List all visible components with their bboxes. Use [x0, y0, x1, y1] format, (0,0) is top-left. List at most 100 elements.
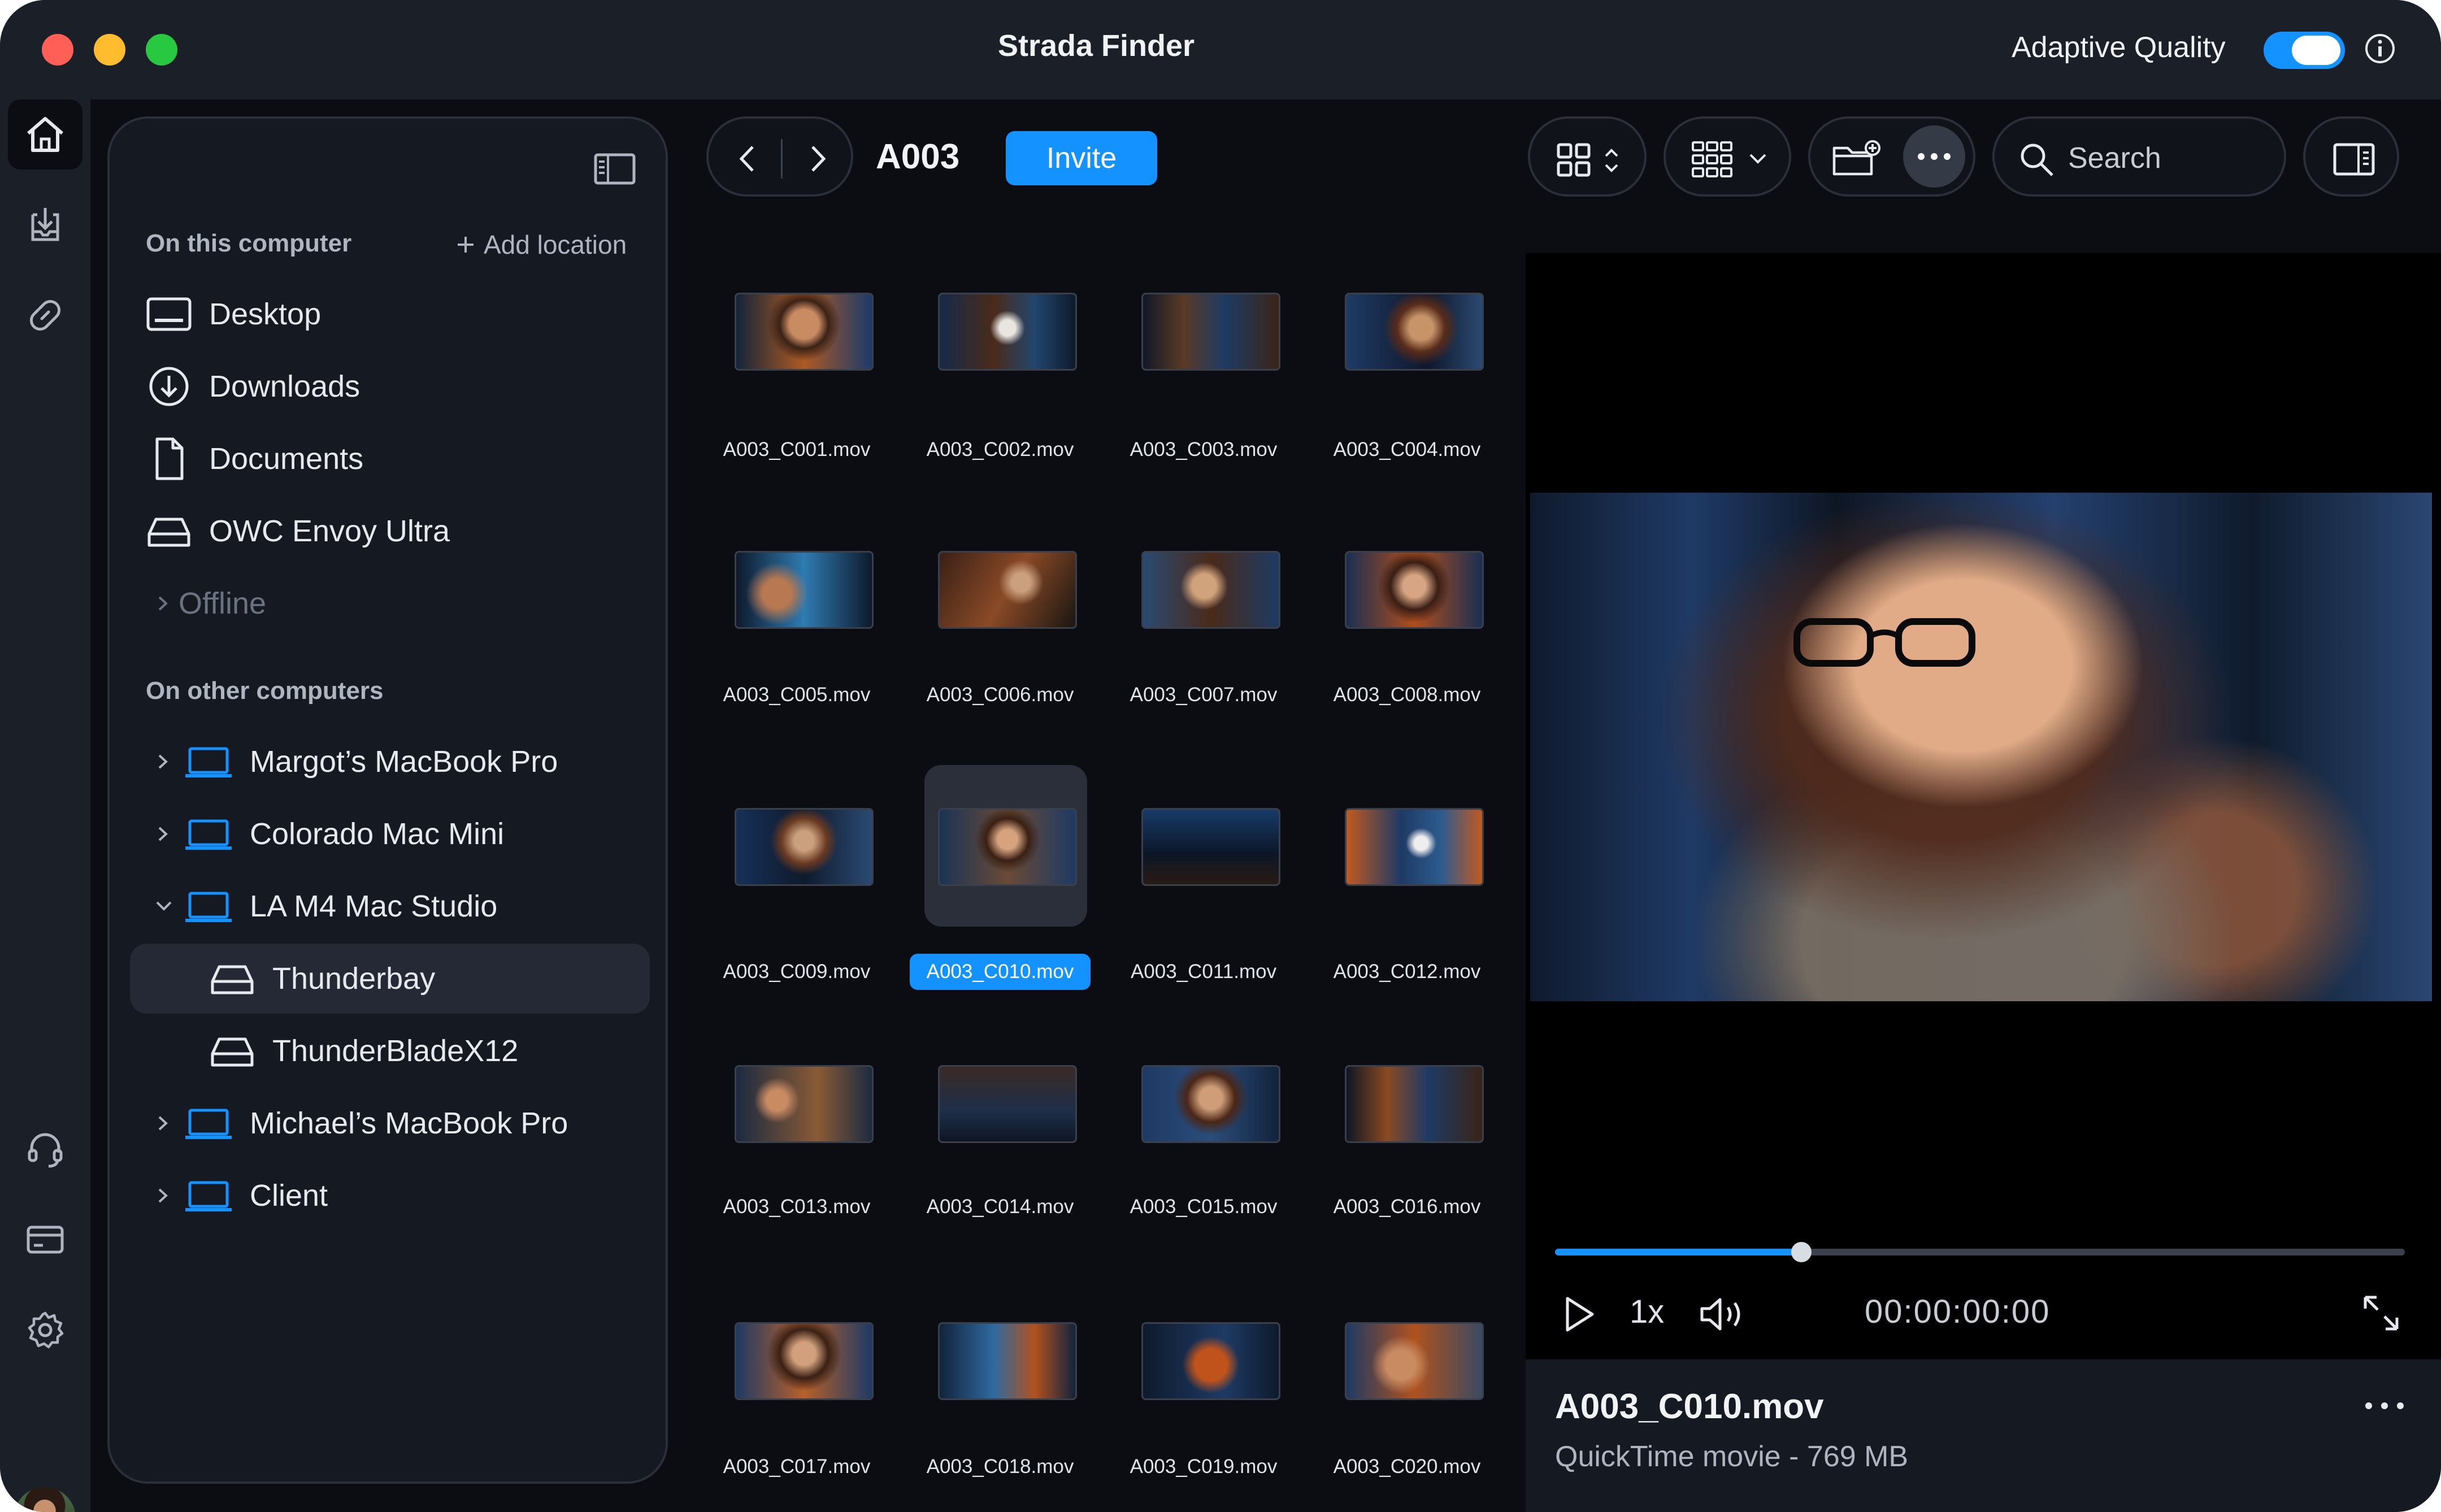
video-thumbnail[interactable] [938, 808, 1077, 886]
sidebar-item-la-m4-mac-studio[interactable]: LA M4 Mac Studio [130, 871, 650, 941]
sidebar-item-thunderbladex12[interactable]: ThunderBladeX12 [130, 1016, 650, 1086]
seek-bar[interactable] [1555, 1242, 2405, 1262]
chevron-right-icon[interactable] [153, 809, 175, 859]
home-button[interactable] [8, 99, 82, 170]
file-name-label: A003_C014.mov [926, 1196, 1074, 1218]
sidebar-item-label: Client [250, 1179, 328, 1213]
sidebar-item-owc-envoy-ultra[interactable]: OWC Envoy Ultra [130, 496, 650, 566]
file-name-label: A003_C011.mov [1130, 961, 1277, 983]
link-icon [29, 299, 61, 331]
video-thumbnail[interactable] [1345, 293, 1484, 371]
video-thumbnail[interactable] [1345, 551, 1484, 629]
support-button[interactable] [8, 1114, 82, 1184]
zoom-window-button[interactable] [146, 34, 177, 66]
import-button[interactable] [8, 190, 82, 260]
adaptive-quality-toggle[interactable] [2264, 32, 2345, 69]
chevron-right-icon[interactable] [153, 736, 175, 787]
plus-icon [458, 237, 474, 253]
video-thumbnail[interactable] [938, 293, 1077, 371]
billing-button[interactable] [8, 1205, 82, 1275]
seek-handle[interactable] [1791, 1242, 1812, 1262]
file-name-label: A003_C008.mov [1333, 684, 1481, 706]
sidebar-item-client[interactable]: Client [130, 1161, 650, 1231]
file-name-label: A003_C004.mov [1333, 438, 1481, 460]
thumbnail-size-button[interactable] [1663, 116, 1791, 197]
chevron-down-icon[interactable] [147, 881, 181, 932]
dense-grid-icon [1692, 141, 1732, 177]
sidebar-item-label: LA M4 Mac Studio [250, 889, 498, 923]
timecode-display: 00:00:00:00 [1865, 1293, 2051, 1330]
video-thumbnail[interactable] [1345, 1065, 1484, 1143]
playback-rate-button[interactable]: 1x [1630, 1293, 1664, 1331]
laptop-icon [185, 819, 232, 850]
video-thumbnail[interactable] [1141, 293, 1280, 371]
video-thumbnail[interactable] [938, 1322, 1077, 1400]
play-icon[interactable] [1557, 1293, 1600, 1336]
search-box[interactable]: Search [1992, 116, 2286, 197]
video-thumbnail[interactable] [938, 1065, 1077, 1143]
minimize-window-button[interactable] [94, 34, 125, 66]
laptop-icon [185, 1109, 232, 1139]
settings-button[interactable] [8, 1295, 82, 1365]
drive-icon [211, 1037, 254, 1067]
sidebar-item-downloads[interactable]: Downloads [130, 351, 650, 422]
app-window: Strada Finder Adaptive Quality On this c… [0, 0, 2441, 1512]
file-info-bar: A003_C010.mov QuickTime movie - 769 MB [1526, 1359, 2441, 1512]
video-thumbnail[interactable] [1141, 1322, 1280, 1400]
chevron-right-icon [158, 596, 168, 611]
view-mode-button[interactable] [1528, 116, 1647, 197]
video-thumbnail[interactable] [1141, 1065, 1280, 1143]
video-thumbnail[interactable] [1141, 551, 1280, 629]
video-thumbnail[interactable] [735, 1065, 874, 1143]
file-name-label: A003_C015.mov [1130, 1196, 1278, 1218]
sidebar-item-label: Offline [179, 586, 267, 620]
back-icon[interactable] [729, 139, 768, 179]
sidebar-item-thunderbay[interactable]: Thunderbay [130, 944, 650, 1014]
video-preview[interactable] [1526, 253, 2441, 1359]
fullscreen-icon[interactable] [2360, 1292, 2403, 1335]
search-input[interactable]: Search [2068, 141, 2161, 175]
video-thumbnail[interactable] [735, 1322, 874, 1400]
sidebar-item-margots-macbook-pro[interactable]: Margot’s MacBook Pro [130, 727, 650, 797]
add-location-button[interactable]: Add location [455, 229, 627, 260]
card-icon [27, 1226, 64, 1254]
info-icon[interactable] [2364, 33, 2396, 64]
chevron-right-icon[interactable] [153, 1098, 175, 1149]
sort-updown-icon [1605, 149, 1618, 172]
grid-icon [1557, 143, 1591, 177]
app-title: Strada Finder [997, 29, 1195, 63]
new-folder-icon[interactable] [1831, 139, 1882, 179]
toggle-knob [2292, 36, 2340, 65]
user-avatar[interactable] [14, 1487, 76, 1512]
close-window-button[interactable] [42, 34, 73, 66]
sidebar-toggle-icon[interactable] [592, 146, 637, 191]
laptop-icon [185, 747, 232, 777]
sidebar-item-desktop[interactable]: Desktop [130, 279, 650, 349]
video-thumbnail[interactable] [735, 808, 874, 886]
sidebar-item-label: Thunderbay [272, 962, 436, 996]
inspector-toggle-button[interactable] [2303, 116, 2399, 197]
video-frame[interactable] [1530, 493, 2432, 1001]
chevron-right-icon[interactable] [153, 1170, 175, 1221]
file-name-label: A003_C006.mov [926, 684, 1074, 706]
video-thumbnail[interactable] [1141, 808, 1280, 886]
volume-icon[interactable] [1697, 1293, 1748, 1336]
invite-button[interactable]: Invite [1006, 131, 1157, 185]
video-thumbnail[interactable] [1345, 808, 1484, 886]
file-name-label: A003_C005.mov [723, 684, 871, 706]
video-thumbnail[interactable] [735, 293, 874, 371]
sidebar-item-offline[interactable]: Offline [130, 568, 650, 638]
ellipsis-icon[interactable] [2362, 1399, 2407, 1413]
sidebar-item-colorado-mac-mini[interactable]: Colorado Mac Mini [130, 799, 650, 869]
folder-actions-group [1808, 116, 1975, 197]
sidebar-item-documents[interactable]: Documents [130, 424, 650, 494]
gear-icon [28, 1311, 64, 1349]
video-thumbnail[interactable] [735, 551, 874, 629]
more-actions-button[interactable] [1903, 125, 1965, 188]
video-thumbnail[interactable] [938, 551, 1077, 629]
sidebar-item-michaels-macbook-pro[interactable]: Michael’s MacBook Pro [130, 1088, 650, 1158]
links-button[interactable] [8, 280, 82, 350]
video-thumbnail[interactable] [1345, 1322, 1484, 1400]
forward-icon[interactable] [797, 139, 836, 179]
locations-sidebar: On this computer Add location Desktop Do… [107, 116, 668, 1484]
